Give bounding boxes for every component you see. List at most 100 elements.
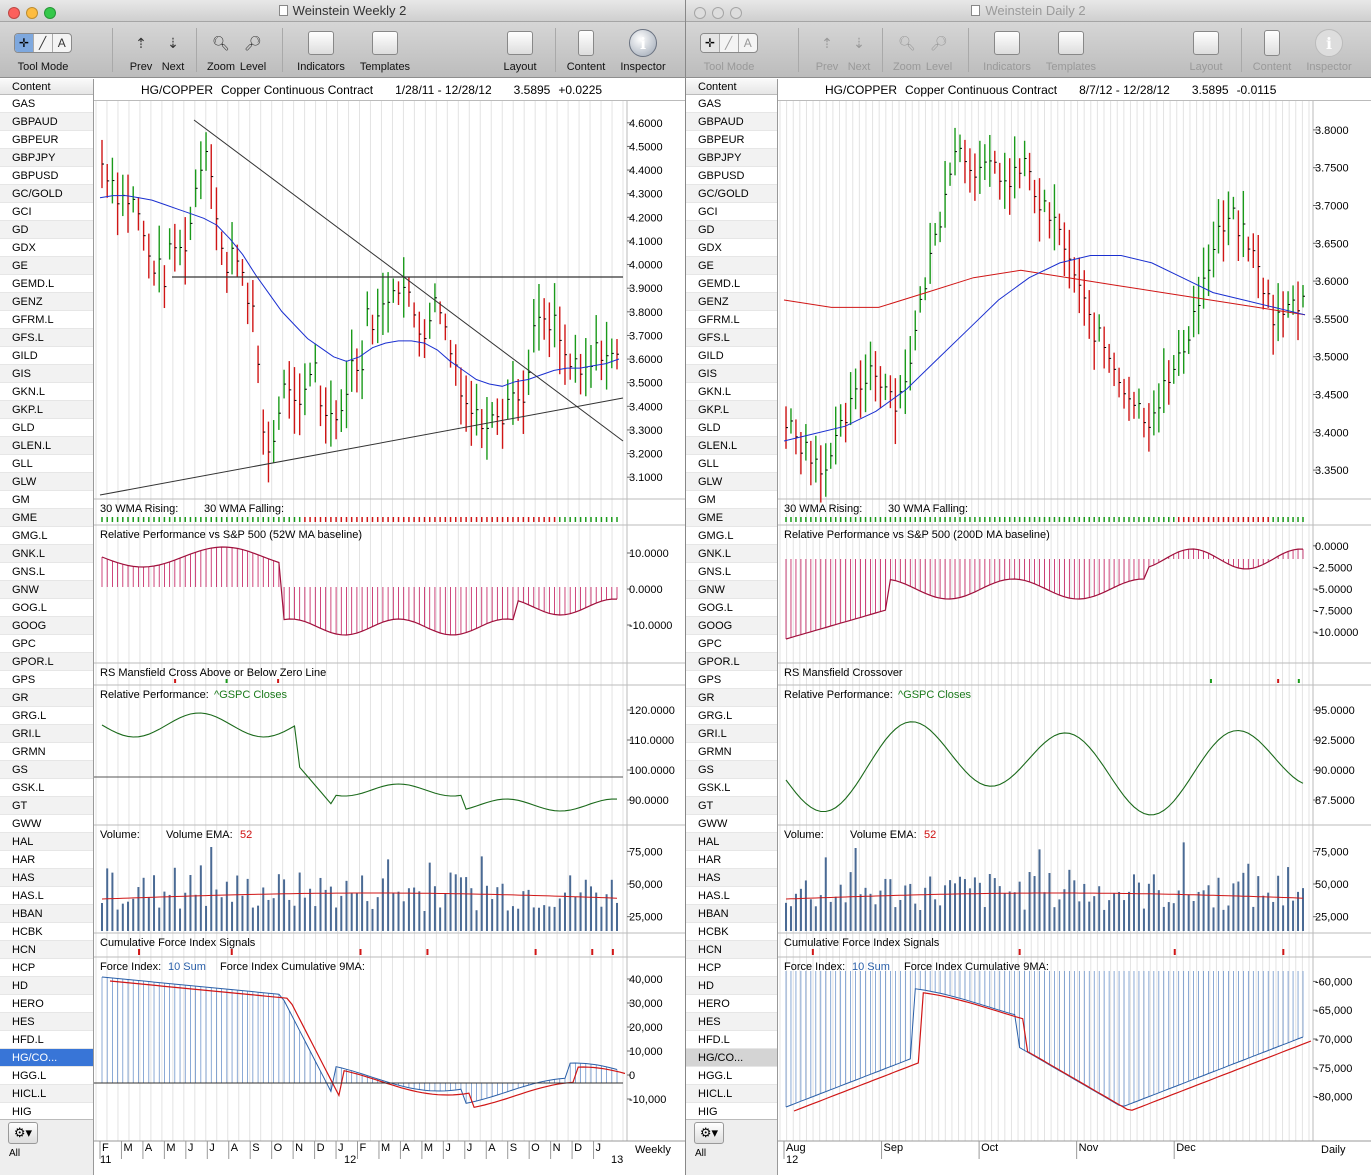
tool-mode-group[interactable]: ✛ ╱ A Tool Mode [14,22,72,78]
symbol-list-item[interactable]: HAS.L [0,887,93,905]
minimize-button[interactable] [712,7,724,19]
symbol-list-item[interactable]: GBPEUR [0,131,93,149]
period-label[interactable]: Weekly [635,1144,671,1156]
symbol-list-item[interactable]: GLW [686,473,777,491]
zoom-in-button[interactable]: 🔎︎ Level [922,22,956,78]
layout-button[interactable]: Layout [1185,22,1227,78]
symbol-list-item[interactable]: HIG [0,1103,93,1119]
indicators-button[interactable]: Indicators [976,22,1038,78]
symbol-list-item[interactable]: HAL [0,833,93,851]
symbol-list-item[interactable]: HCP [0,959,93,977]
symbol-list-item[interactable]: GLEN.L [686,437,777,455]
content-button[interactable]: Content [1249,22,1295,78]
prev-button[interactable]: ⇡ Prev [124,22,158,78]
chart-area[interactable]: HG/COPPER Copper Continuous Contract 1/28/… [94,79,685,1175]
symbol-list-item[interactable]: GMG.L [0,527,93,545]
text-tool-icon[interactable]: A [739,34,757,52]
symbol-list-item[interactable]: HCBK [686,923,777,941]
symbol-list-item[interactable]: HFD.L [686,1031,777,1049]
symbol-list-item[interactable]: HGG.L [0,1067,93,1085]
symbol-list-item[interactable]: HCN [686,941,777,959]
symbol-list-item[interactable]: GS [686,761,777,779]
symbol-list-item[interactable]: GNS.L [686,563,777,581]
symbol-list-item[interactable]: GOOG [686,617,777,635]
zoom-out-button[interactable]: 🔍︎ Zoom [890,22,924,78]
close-button[interactable] [694,7,706,19]
symbol-list-item[interactable]: HAR [0,851,93,869]
symbol-list-item[interactable]: GLL [0,455,93,473]
symbol-list-item[interactable]: GKP.L [686,401,777,419]
line-tool-icon[interactable]: ╱ [720,34,739,52]
symbol-list-item[interactable]: GBPJPY [0,149,93,167]
symbol-list-item[interactable]: GSK.L [686,779,777,797]
symbol-list-item[interactable]: GWW [0,815,93,833]
symbol-list-item[interactable]: HAS [686,869,777,887]
symbol-list-item[interactable]: GNK.L [686,545,777,563]
symbol-list-item[interactable]: HGG.L [686,1067,777,1085]
symbol-list-item[interactable]: HICL.L [0,1085,93,1103]
symbol-list-item[interactable]: GC/GOLD [0,185,93,203]
title-bar[interactable]: Weinstein Weekly 2 [0,0,685,22]
symbol-list-item[interactable]: GR [686,689,777,707]
symbol-list-item[interactable]: GOG.L [0,599,93,617]
symbol-list-item[interactable]: GFRM.L [0,311,93,329]
symbol-list-item[interactable]: GM [686,491,777,509]
symbol-list-item[interactable]: GPC [0,635,93,653]
close-button[interactable] [8,7,20,19]
symbol-list-item[interactable]: GENZ [686,293,777,311]
symbol-list-item[interactable]: GBPAUD [0,113,93,131]
symbol-list-item[interactable]: HCN [0,941,93,959]
chart-canvas[interactable]: 3.8000 3.7500 3.7000 3.6500 3.6000 3.5500 3.50… [778,79,1371,1175]
symbol-list-item[interactable]: GLW [0,473,93,491]
prev-button[interactable]: ⇡ Prev [810,22,844,78]
symbol-list-item[interactable]: GRMN [686,743,777,761]
symbol-list-item[interactable]: GPC [686,635,777,653]
zoom-button[interactable] [44,7,56,19]
period-label[interactable]: Daily [1321,1144,1346,1156]
symbol-list-item[interactable]: GME [0,509,93,527]
symbol-list-item[interactable]: HAL [686,833,777,851]
symbol-list-item[interactable]: GE [0,257,93,275]
symbol-list-item[interactable]: GBPAUD [686,113,777,131]
sidebar-header[interactable]: Content [0,79,93,95]
next-button[interactable]: ⇣ Next [842,22,876,78]
zoom-out-button[interactable]: 🔍︎ Zoom [204,22,238,78]
title-bar[interactable]: Weinstein Daily 2 [686,0,1371,22]
symbol-list-item[interactable]: GENZ [0,293,93,311]
symbol-list-item[interactable]: GPOR.L [0,653,93,671]
symbol-list-item[interactable]: GFS.L [686,329,777,347]
symbol-list-item[interactable]: GAS [686,95,777,113]
symbol-list-item[interactable]: GRI.L [0,725,93,743]
zoom-button[interactable] [730,7,742,19]
symbol-list-item[interactable]: HD [0,977,93,995]
symbol-list-item[interactable]: GD [686,221,777,239]
symbol-list-item[interactable]: GIS [0,365,93,383]
symbol-list-item[interactable]: HERO [686,995,777,1013]
symbol-list-item[interactable]: GNW [686,581,777,599]
pointer-tool-icon[interactable]: ✛ [701,34,720,52]
text-tool-icon[interactable]: A [53,34,71,52]
symbol-list-item[interactable]: GE [686,257,777,275]
symbol-list-item[interactable]: GKN.L [0,383,93,401]
symbol-list-item[interactable]: GMG.L [686,527,777,545]
symbol-list-item[interactable]: HG/CO... [686,1049,777,1067]
symbol-list-item[interactable]: GIS [686,365,777,383]
symbol-list-item[interactable]: GOOG [0,617,93,635]
layout-button[interactable]: Layout [499,22,541,78]
symbol-list-item[interactable]: GR [0,689,93,707]
symbol-list-item[interactable]: GPS [686,671,777,689]
symbol-list-item[interactable]: GBPJPY [686,149,777,167]
symbol-list-item[interactable]: GNS.L [0,563,93,581]
symbol-list-item[interactable]: HBAN [0,905,93,923]
gear-icon[interactable]: ⚙▾ [8,1122,38,1144]
symbol-list[interactable]: GAS GBPAUD GBPEUR GBPJPY GBPUSD GC/GOLD GCI GD G… [0,95,93,1119]
symbol-list-item[interactable]: HICL.L [686,1085,777,1103]
symbol-list-item[interactable]: GCI [686,203,777,221]
symbol-list-item[interactable]: GNK.L [0,545,93,563]
content-button[interactable]: Content [563,22,609,78]
symbol-list-item[interactable]: GNW [0,581,93,599]
symbol-list-item[interactable]: HAS.L [686,887,777,905]
symbol-list-item[interactable]: GD [0,221,93,239]
symbol-list-item[interactable]: GKP.L [0,401,93,419]
symbol-list-item[interactable]: GRI.L [686,725,777,743]
